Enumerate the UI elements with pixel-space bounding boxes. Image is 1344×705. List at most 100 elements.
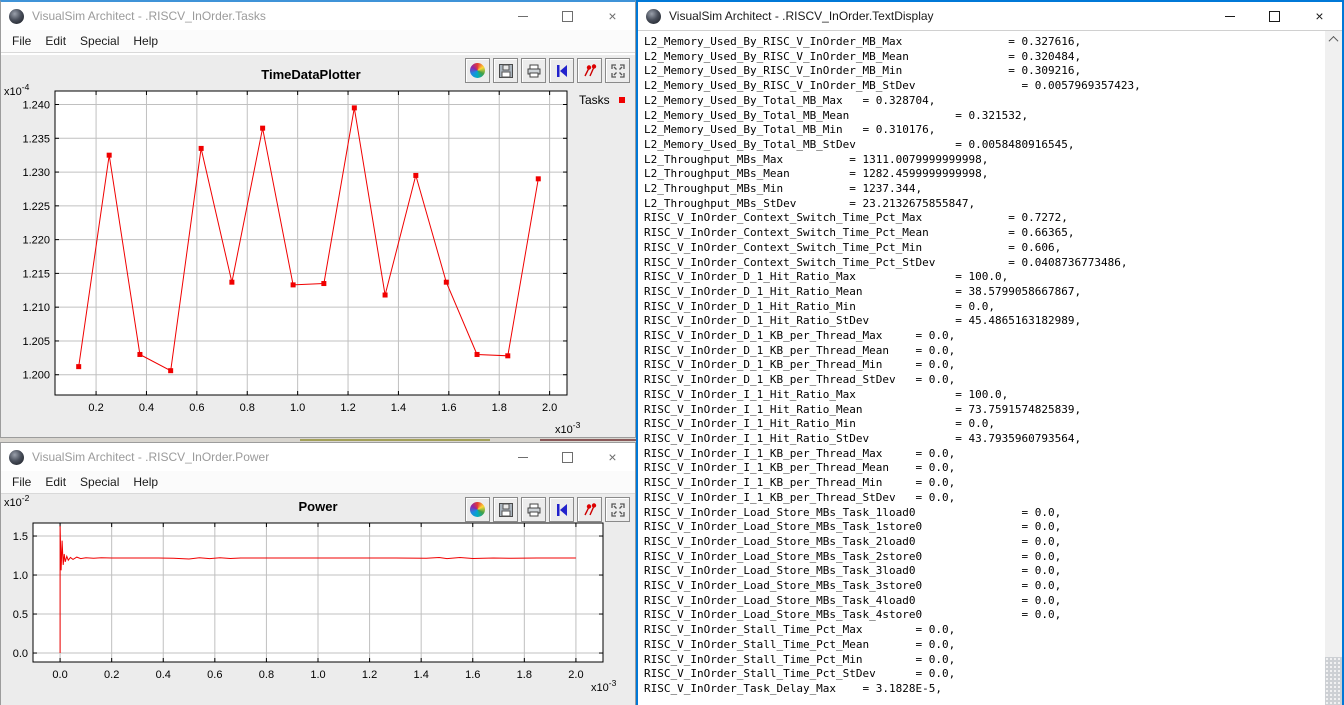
fullscreen-button[interactable] <box>605 497 630 522</box>
stat-line: L2_Throughput_MBs_Max = 1311.00799999999… <box>644 153 1320 168</box>
minimize-button[interactable] <box>500 443 545 471</box>
svg-text:0.2: 0.2 <box>104 669 119 681</box>
close-button[interactable]: × <box>1297 2 1342 30</box>
stat-line: L2_Memory_Used_By_RISC_V_InOrder_MB_Mean… <box>644 50 1320 65</box>
visualsim-app-icon <box>646 9 661 24</box>
stat-line: L2_Memory_Used_By_Total_MB_Min = 0.31017… <box>644 123 1320 138</box>
stat-line: RISC_V_InOrder_Stall_Time_Pct_Max = 0.0, <box>644 623 1320 638</box>
vertical-scrollbar[interactable] <box>1325 31 1342 705</box>
svg-text:0.8: 0.8 <box>259 669 274 681</box>
stat-line: RISC_V_InOrder_Load_Store_MBs_Task_2load… <box>644 535 1320 550</box>
stat-line: RISC_V_InOrder_Load_Store_MBs_Task_1stor… <box>644 520 1320 535</box>
stat-line: RISC_V_InOrder_Load_Store_MBs_Task_3load… <box>644 564 1320 579</box>
svg-text:1.2: 1.2 <box>340 402 355 414</box>
minimize-button[interactable] <box>1207 2 1252 30</box>
tasks-title-bar[interactable]: VisualSim Architect - .RISCV_InOrder.Tas… <box>1 2 635 30</box>
save-button[interactable] <box>493 497 518 522</box>
stat-line: RISC_V_InOrder_Load_Store_MBs_Task_3stor… <box>644 579 1320 594</box>
svg-text:1.0: 1.0 <box>13 570 28 582</box>
stat-line: RISC_V_InOrder_Stall_Time_Pct_Mean = 0.0… <box>644 638 1320 653</box>
palette-icon <box>470 63 485 78</box>
svg-text:0.6: 0.6 <box>207 669 222 681</box>
tasks-window-title: VisualSim Architect - .RISCV_InOrder.Tas… <box>32 9 266 23</box>
close-button[interactable]: × <box>590 2 635 30</box>
palette-button[interactable] <box>465 497 490 522</box>
text-display-title-bar[interactable]: VisualSim Architect - .RISCV_InOrder.Tex… <box>638 2 1342 30</box>
stat-line: L2_Memory_Used_By_RISC_V_InOrder_MB_Min … <box>644 64 1320 79</box>
svg-text:1.8: 1.8 <box>492 402 507 414</box>
print-button[interactable] <box>521 58 546 83</box>
print-icon <box>526 63 542 79</box>
stat-line: RISC_V_InOrder_Stall_Time_Pct_StDev = 0.… <box>644 667 1320 682</box>
maximize-button[interactable] <box>545 443 590 471</box>
svg-text:TimeDataPlotter: TimeDataPlotter <box>261 67 360 82</box>
stat-line: L2_Memory_Used_By_Total_MB_Mean = 0.3215… <box>644 109 1320 124</box>
svg-text:0.4: 0.4 <box>156 669 171 681</box>
print-button[interactable] <box>521 497 546 522</box>
stat-line: L2_Throughput_MBs_StDev = 23.21326758558… <box>644 197 1320 212</box>
maximize-button[interactable] <box>545 2 590 30</box>
fullscreen-button[interactable] <box>605 58 630 83</box>
power-title-bar[interactable]: VisualSim Architect - .RISCV_InOrder.Pow… <box>1 443 635 471</box>
menu-item-special[interactable]: Special <box>73 473 126 491</box>
format-button[interactable] <box>577 58 602 83</box>
svg-text:Power: Power <box>298 499 337 514</box>
power-plot-toolbar <box>462 497 630 522</box>
menu-item-edit[interactable]: Edit <box>38 473 73 491</box>
svg-text:Tasks: Tasks <box>579 93 610 107</box>
svg-text:1.225: 1.225 <box>22 201 50 213</box>
menu-item-file[interactable]: File <box>5 32 38 50</box>
palette-button[interactable] <box>465 58 490 83</box>
maximize-button[interactable] <box>1252 2 1297 30</box>
fullscreen-icon <box>610 502 626 518</box>
format-icon <box>582 502 598 518</box>
background-fragment <box>300 439 490 441</box>
reset-button[interactable] <box>549 58 574 83</box>
stat-line: RISC_V_InOrder_I_1_Hit_Ratio_Min = 0.0, <box>644 417 1320 432</box>
stat-line: RISC_V_InOrder_I_1_KB_per_Thread_StDev =… <box>644 491 1320 506</box>
svg-text:1.210: 1.210 <box>22 302 50 314</box>
save-button[interactable] <box>493 58 518 83</box>
stat-line: RISC_V_InOrder_D_1_Hit_Ratio_Mean = 38.5… <box>644 285 1320 300</box>
reset-button[interactable] <box>549 497 574 522</box>
tasks-plot-window: VisualSim Architect - .RISCV_InOrder.Tas… <box>0 0 636 438</box>
power-plot-panel: 0.00.20.40.60.81.01.21.41.61.82.00.00.51… <box>1 494 635 705</box>
svg-text:x10-2: x10-2 <box>4 494 30 509</box>
menu-item-special[interactable]: Special <box>73 32 126 50</box>
tasks-menu-bar: FileEditSpecialHelp <box>1 30 635 53</box>
scrollbar-thumb[interactable] <box>1325 657 1342 705</box>
stat-line: RISC_V_InOrder_Load_Store_MBs_Task_4stor… <box>644 608 1320 623</box>
menu-item-edit[interactable]: Edit <box>38 32 73 50</box>
save-icon <box>498 63 514 79</box>
stat-line: RISC_V_InOrder_I_1_KB_per_Thread_Max = 0… <box>644 447 1320 462</box>
power-plot-canvas[interactable]: 0.00.20.40.60.81.01.21.41.61.82.00.00.51… <box>1 494 635 704</box>
stat-line: RISC_V_InOrder_Context_Switch_Time_Pct_M… <box>644 241 1320 256</box>
svg-text:1.230: 1.230 <box>22 167 50 179</box>
visualsim-app-icon <box>9 450 24 465</box>
maximize-icon <box>1269 11 1280 22</box>
close-icon: × <box>608 9 616 23</box>
svg-text:1.4: 1.4 <box>414 669 429 681</box>
tasks-plot-canvas[interactable]: 0.20.40.60.81.01.21.41.61.82.01.2001.205… <box>1 55 635 440</box>
svg-text:0.0: 0.0 <box>52 669 67 681</box>
stat-line: RISC_V_InOrder_D_1_Hit_Ratio_StDev = 45.… <box>644 314 1320 329</box>
svg-text:2.0: 2.0 <box>568 669 583 681</box>
visualsim-app-icon <box>9 9 24 24</box>
svg-text:1.2: 1.2 <box>362 669 377 681</box>
close-button[interactable]: × <box>590 443 635 471</box>
stat-line: RISC_V_InOrder_I_1_Hit_Ratio_StDev = 43.… <box>644 432 1320 447</box>
menu-item-help[interactable]: Help <box>126 473 165 491</box>
menu-item-help[interactable]: Help <box>126 32 165 50</box>
fullscreen-icon <box>610 63 626 79</box>
svg-text:1.5: 1.5 <box>13 531 28 543</box>
minimize-button[interactable] <box>500 2 545 30</box>
minimize-icon <box>1225 16 1235 17</box>
menu-item-file[interactable]: File <box>5 473 38 491</box>
svg-text:0.8: 0.8 <box>240 402 255 414</box>
stat-line: RISC_V_InOrder_Task_Delay_Max = 3.1828E-… <box>644 682 1320 697</box>
scroll-up-button[interactable] <box>1325 31 1342 48</box>
svg-text:1.0: 1.0 <box>290 402 305 414</box>
format-button[interactable] <box>577 497 602 522</box>
text-display-area[interactable]: L2_Memory_Used_By_RISC_V_InOrder_MB_Max … <box>638 30 1342 705</box>
tasks-plot-panel: 0.20.40.60.81.01.21.41.61.82.01.2001.205… <box>1 55 635 437</box>
